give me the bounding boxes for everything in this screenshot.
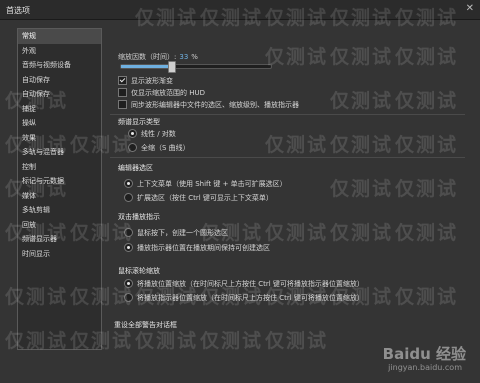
watermark-text: 仅测试 (395, 134, 459, 156)
extend-selection-radio[interactable] (124, 192, 133, 202)
sidebar-item-multitrack-clips[interactable]: 多轨剪辑 (18, 203, 101, 218)
sidebar-item-capture[interactable]: 捕捉 (18, 102, 101, 117)
option-wheel-1[interactable]: 将播放位置缩放（在时间标尺上方按住 Ctrl 键可将播放指示器位置缩放） (124, 278, 364, 289)
sidebar-item-manipulate[interactable]: 操纵 (18, 116, 101, 131)
watermark-text: 仅测试 (330, 178, 394, 200)
sidebar-item-multitrack-mixer[interactable]: 多轨与混音器 (18, 145, 101, 160)
option-extend-selection[interactable]: 扩展选区（按住 Ctrl 键可显示上下文菜单） (124, 192, 273, 203)
zoom-slider-fill (121, 65, 171, 68)
wave-dividing-checkbox[interactable] (118, 75, 127, 85)
watermark-text: 仅测试 (330, 90, 394, 112)
option-full[interactable]: 全缩（S 曲线） (128, 142, 190, 153)
title-bar: 首选项 ✕ (0, 0, 480, 20)
wave-dividing-label: 显示波形渐变 (131, 77, 173, 85)
option-playhead-position[interactable]: 播放指示器位置在播放期间保持可创建选区 (124, 242, 270, 253)
divider (110, 157, 465, 158)
logo-brand: Baidu 经验 (382, 345, 466, 363)
create-selection-radio[interactable] (124, 227, 133, 237)
watermark-text: 仅测试 (265, 46, 329, 68)
sidebar-item-autosave-2[interactable]: 自动保存 (18, 87, 101, 102)
section-double-click: 双击播放指示 (118, 213, 160, 221)
full-radio[interactable] (128, 142, 137, 152)
playhead-position-label: 播放指示器位置在播放期间保持可创建选区 (137, 244, 270, 252)
sidebar-item-audio-video[interactable]: 音频与视频设备 (18, 58, 101, 73)
watermark-text: 仅测试 (395, 222, 459, 244)
option-linear[interactable]: 线性 / 对数 (128, 128, 176, 139)
extend-selection-label: 扩展选区（按住 Ctrl 键可显示上下文菜单） (137, 194, 273, 202)
sync-label: 同步波形编辑器中文件的选区、缩放级别、播放指示器 (131, 101, 299, 109)
linear-label: 线性 / 对数 (141, 130, 176, 138)
playhead-position-radio[interactable] (124, 242, 133, 252)
zoom-factor-unit: % (191, 53, 198, 61)
hud-checkbox[interactable] (118, 87, 127, 97)
wheel-2-label: 将播放指示器位置缩放（在时间标尺上方按住 Ctrl 键可将播放位置缩放） (137, 294, 364, 302)
option-context-menu[interactable]: 上下文菜单（使用 Shift 键 + 单击可扩展选区） (124, 178, 287, 189)
sidebar-item-control[interactable]: 控制 (18, 160, 101, 175)
preferences-sidebar: 常规 外观 音频与视频设备 自动保存 自动保存 捕捉 操纵 效果 多轨与混音器 … (17, 28, 102, 350)
wheel-1-radio[interactable] (124, 278, 133, 288)
watermark-text: 仅测试 (395, 90, 459, 112)
section-wheel-zoom: 鼠标滚轮缩放 (118, 267, 160, 275)
context-menu-label: 上下文菜单（使用 Shift 键 + 单击可扩展选区） (137, 180, 287, 188)
sidebar-item-markers[interactable]: 标记与元数据 (18, 174, 101, 189)
zoom-factor-slider[interactable] (120, 61, 272, 73)
zoom-slider-thumb[interactable] (167, 61, 176, 73)
full-label: 全缩（S 曲线） (141, 144, 190, 152)
watermark-text: 仅测试 (330, 222, 394, 244)
option-sync[interactable]: 同步波形编辑器中文件的选区、缩放级别、播放指示器 (118, 99, 299, 110)
sidebar-item-time-display[interactable]: 时间显示 (18, 247, 101, 262)
option-create-selection[interactable]: 鼠标按下，创建一个圆形选区 (124, 227, 228, 238)
option-wheel-2[interactable]: 将播放指示器位置缩放（在时间标尺上方按住 Ctrl 键可将播放位置缩放） (124, 292, 364, 303)
watermark-text: 仅测试 (395, 178, 459, 200)
option-wave-dividing[interactable]: 显示波形渐变 (118, 75, 173, 86)
zoom-factor-row: 缩放因数（时间）: 33% (118, 52, 198, 62)
sidebar-item-general[interactable]: 常规 (18, 29, 101, 44)
sidebar-item-appearance[interactable]: 外观 (18, 44, 101, 59)
reset-warnings-button[interactable]: 重设全部警告对话框 (110, 318, 181, 332)
watermark-text: 仅测试 (265, 330, 329, 352)
baidu-jingyan-logo: Baidu 经验 jingyan.baidu.com (346, 343, 466, 375)
option-hud[interactable]: 仅显示缩放范围的 HUD (118, 87, 206, 98)
section-spectral-type: 频谱显示类型 (118, 118, 160, 126)
sidebar-item-media[interactable]: 媒体 (18, 189, 101, 204)
watermark-text: 仅测试 (330, 134, 394, 156)
sync-checkbox[interactable] (118, 99, 127, 109)
watermark-text: 仅测试 (395, 46, 459, 68)
watermark-text: 仅测试 (200, 330, 264, 352)
watermark-text: 仅测试 (265, 222, 329, 244)
watermark-text: 仅测试 (265, 134, 329, 156)
sidebar-item-effects[interactable]: 效果 (18, 131, 101, 146)
divider (110, 114, 465, 115)
zoom-factor-label: 缩放因数（时间）: (118, 53, 177, 61)
sidebar-item-spectral[interactable]: 频谱显示器 (18, 232, 101, 247)
zoom-factor-value[interactable]: 33 (179, 53, 188, 61)
logo-url: jingyan.baidu.com (388, 363, 462, 372)
section-selection: 编辑器选区 (118, 164, 153, 172)
linear-radio[interactable] (128, 128, 137, 138)
close-icon[interactable]: ✕ (466, 3, 474, 14)
window-title: 首选项 (6, 6, 30, 15)
create-selection-label: 鼠标按下，创建一个圆形选区 (137, 229, 228, 237)
watermark-text: 仅测试 (395, 286, 459, 308)
context-menu-radio[interactable] (124, 178, 133, 188)
hud-label: 仅显示缩放范围的 HUD (131, 89, 206, 97)
wheel-1-label: 将播放位置缩放（在时间标尺上方按住 Ctrl 键可将播放指示器位置缩放） (137, 280, 364, 288)
watermark-text: 仅测试 (330, 46, 394, 68)
sidebar-item-autosave-1[interactable]: 自动保存 (18, 73, 101, 88)
wheel-2-radio[interactable] (124, 292, 133, 302)
sidebar-item-playback[interactable]: 回放 (18, 218, 101, 233)
